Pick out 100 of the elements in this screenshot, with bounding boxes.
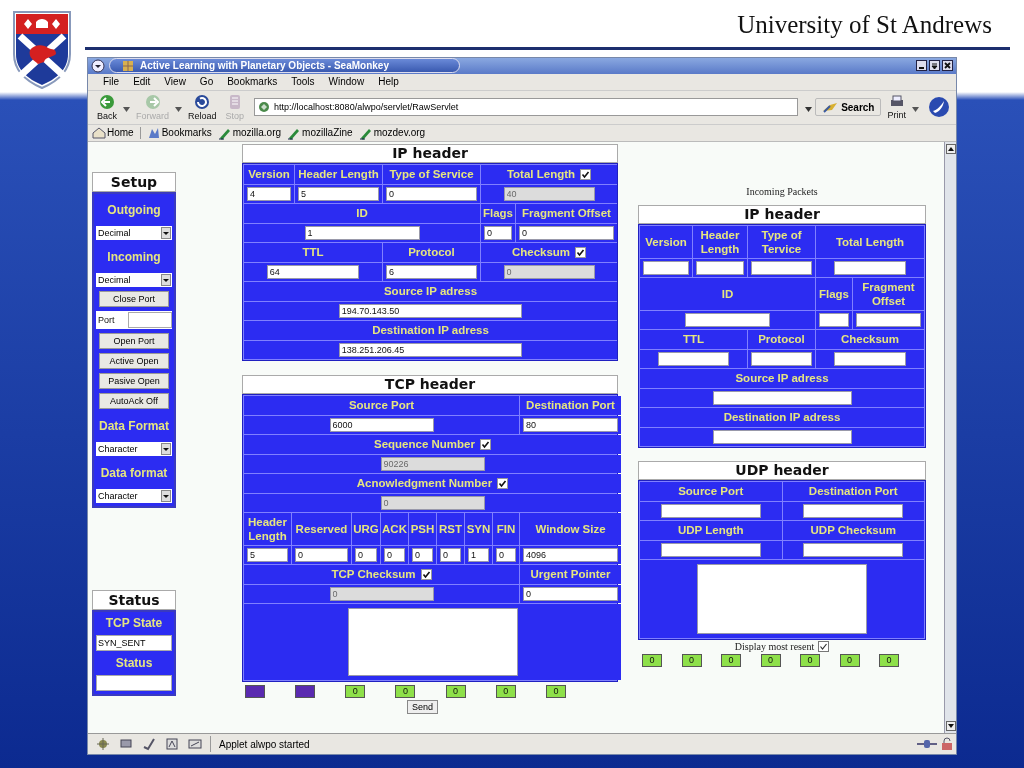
checkbox[interactable] bbox=[818, 640, 830, 652]
bookmark-link[interactable]: mozilla.org bbox=[217, 125, 282, 140]
text-field[interactable] bbox=[834, 351, 906, 366]
bit-button[interactable]: 0 bbox=[800, 653, 820, 667]
menu-item[interactable]: Bookmarks bbox=[220, 76, 285, 88]
menu-item[interactable]: Edit bbox=[126, 76, 158, 88]
text-field[interactable]: 0 bbox=[295, 547, 348, 562]
menu-item[interactable]: Go bbox=[192, 76, 221, 88]
address-field[interactable]: http://localhost:8080/alwpo/servlet/RawServlet bbox=[254, 98, 799, 117]
checkbox[interactable] bbox=[580, 168, 592, 180]
checkbox[interactable] bbox=[480, 438, 491, 450]
bit-button[interactable]: 0 bbox=[445, 684, 466, 698]
text-field[interactable]: 0 bbox=[386, 186, 477, 201]
text-field[interactable] bbox=[696, 260, 744, 275]
minimize-icon[interactable] bbox=[916, 60, 927, 72]
bit-button[interactable]: 0 bbox=[879, 653, 899, 667]
bookmark-link[interactable]: mozdev.org bbox=[358, 125, 426, 140]
checkbox[interactable] bbox=[420, 568, 432, 580]
text-area[interactable] bbox=[347, 607, 518, 676]
text-field[interactable]: 1 bbox=[468, 547, 489, 562]
text-field[interactable]: 64 bbox=[266, 264, 360, 279]
menu-item[interactable]: View bbox=[157, 76, 193, 88]
bit-button[interactable] bbox=[295, 684, 316, 698]
caret-icon[interactable] bbox=[123, 106, 130, 112]
caret-icon[interactable] bbox=[175, 106, 183, 112]
text-field[interactable]: 0 bbox=[412, 547, 433, 562]
side-button[interactable]: Close Port bbox=[99, 290, 169, 307]
text-field[interactable]: 194.70.143.50 bbox=[338, 303, 523, 318]
text-field[interactable] bbox=[685, 312, 770, 327]
text-field[interactable] bbox=[751, 351, 812, 366]
scroll-down-icon[interactable] bbox=[946, 721, 956, 732]
menu-item[interactable]: Window bbox=[321, 76, 372, 88]
text-field[interactable]: 1 bbox=[304, 225, 420, 240]
menu-item[interactable]: Help bbox=[371, 76, 406, 88]
scroll-up-icon[interactable] bbox=[946, 143, 956, 154]
bit-button[interactable]: 0 bbox=[839, 653, 860, 667]
text-field[interactable]: 80 bbox=[523, 417, 618, 432]
search-button[interactable]: Search bbox=[815, 98, 882, 117]
menu-item[interactable]: Tools bbox=[284, 76, 322, 88]
text-field[interactable] bbox=[803, 503, 904, 518]
text-field[interactable]: SYN_SENT bbox=[96, 634, 172, 651]
text-field[interactable]: 138.251.206.45 bbox=[338, 342, 523, 357]
text-field[interactable] bbox=[834, 260, 906, 275]
bit-button[interactable]: 0 bbox=[345, 684, 366, 698]
bit-button[interactable] bbox=[245, 684, 265, 698]
text-field[interactable]: 0 bbox=[519, 225, 614, 240]
text-field[interactable]: 0 bbox=[484, 225, 512, 240]
checkbox[interactable] bbox=[575, 246, 587, 258]
port-field[interactable] bbox=[128, 311, 172, 328]
dropdown[interactable]: Character bbox=[96, 488, 172, 503]
side-button[interactable]: Pasive Open bbox=[99, 372, 169, 389]
text-field[interactable]: 4096 bbox=[523, 547, 618, 562]
text-field[interactable] bbox=[856, 312, 921, 327]
text-field[interactable] bbox=[712, 390, 852, 405]
text-field[interactable] bbox=[96, 674, 172, 691]
bit-button[interactable]: 0 bbox=[495, 684, 516, 698]
text-field[interactable]: 0 bbox=[523, 586, 618, 601]
scrollbar[interactable] bbox=[944, 141, 956, 734]
text-field[interactable] bbox=[803, 542, 904, 557]
bookmark-link[interactable]: Home bbox=[92, 125, 134, 140]
text-field[interactable]: 6000 bbox=[329, 417, 434, 432]
text-field[interactable] bbox=[660, 542, 761, 557]
side-button[interactable]: Active Open bbox=[99, 352, 169, 369]
text-field[interactable]: 6 bbox=[386, 264, 477, 279]
close-icon[interactable] bbox=[942, 60, 953, 72]
text-field[interactable]: 0 bbox=[384, 547, 405, 562]
text-field[interactable]: 0 bbox=[355, 547, 377, 562]
menu-item[interactable]: File bbox=[96, 76, 127, 88]
text-field[interactable]: 4 bbox=[247, 186, 291, 201]
bookmark-link[interactable]: Bookmarks bbox=[146, 125, 212, 140]
toolbar-button[interactable]: Reload bbox=[185, 93, 220, 122]
bit-button[interactable]: 0 bbox=[721, 653, 741, 667]
caret-icon[interactable] bbox=[805, 106, 813, 112]
bit-button[interactable]: 0 bbox=[642, 653, 662, 667]
text-field[interactable] bbox=[819, 312, 849, 327]
bit-button[interactable]: 0 bbox=[681, 653, 702, 667]
maximize-icon[interactable] bbox=[929, 60, 940, 72]
send-button[interactable]: Send bbox=[407, 699, 438, 714]
text-field[interactable] bbox=[643, 260, 689, 275]
dropdown[interactable]: Character bbox=[96, 441, 172, 456]
caret-icon[interactable] bbox=[912, 106, 919, 112]
text-field[interactable] bbox=[658, 351, 729, 366]
toolbar-button[interactable]: Back bbox=[94, 93, 120, 122]
dropdown[interactable]: Decimal bbox=[96, 272, 172, 287]
dropdown[interactable]: Decimal bbox=[96, 225, 172, 240]
menu-icon[interactable] bbox=[91, 59, 105, 73]
bit-button[interactable]: 0 bbox=[395, 684, 416, 698]
print-button[interactable]: Print bbox=[884, 94, 909, 121]
text-field[interactable]: 0 bbox=[440, 547, 461, 562]
text-field[interactable]: 5 bbox=[298, 186, 379, 201]
text-field[interactable] bbox=[712, 429, 852, 444]
lock-icon[interactable] bbox=[940, 737, 954, 752]
bookmark-link[interactable]: mozillaZine bbox=[287, 125, 353, 140]
side-button[interactable]: Open Port bbox=[99, 332, 169, 349]
text-field[interactable] bbox=[660, 503, 761, 518]
checkbox[interactable] bbox=[497, 477, 509, 489]
text-field[interactable]: 5 bbox=[247, 547, 288, 562]
text-field[interactable] bbox=[751, 260, 812, 275]
side-button[interactable]: AutoAck Off bbox=[99, 392, 169, 409]
bit-button[interactable]: 0 bbox=[545, 684, 566, 698]
